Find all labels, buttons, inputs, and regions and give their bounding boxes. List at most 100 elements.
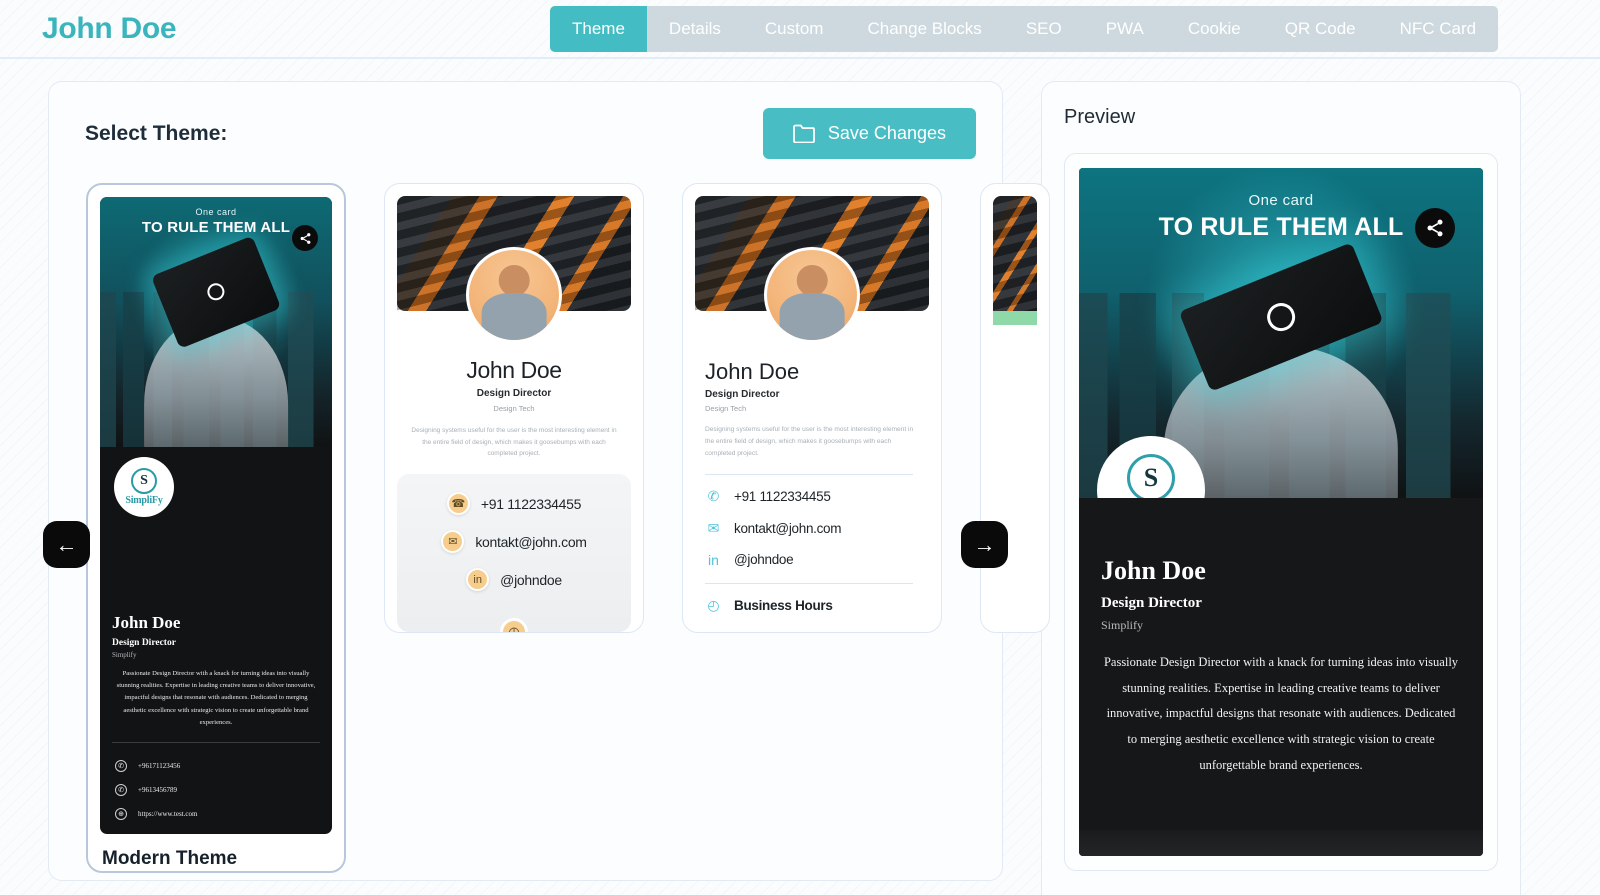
tab-nfc-card[interactable]: NFC Card <box>1378 6 1499 52</box>
contact-text: kontakt@john.com <box>734 520 842 536</box>
card-chip-icon <box>1262 298 1300 335</box>
carousel-next-button[interactable]: → <box>961 521 1008 568</box>
banner-image <box>993 196 1037 311</box>
preview-name: John Doe <box>1101 556 1206 585</box>
share-button[interactable] <box>1415 208 1455 248</box>
contact-text: https://www.test.com <box>138 809 198 818</box>
divider <box>705 582 913 584</box>
card-name: John Doe <box>705 359 800 384</box>
card-org: Design Tech <box>493 404 535 413</box>
card-role: Design Director <box>112 638 176 648</box>
linkedin-icon: in <box>708 551 719 568</box>
hero-subtitle: One card <box>1248 192 1314 209</box>
logo-wordmark: SimpliFy <box>125 495 163 506</box>
avatar-head <box>796 265 828 296</box>
share-button[interactable] <box>292 225 318 251</box>
business-hours-label: Business Hours <box>734 597 833 613</box>
preview-bio: Passionate Design Director with a knack … <box>1103 655 1459 772</box>
contact-row[interactable]: ✆ +91 1122334455 <box>706 488 921 505</box>
contact-text: +9613456789 <box>138 785 177 794</box>
card-role: Design Director <box>705 389 780 400</box>
preview-title: Preview <box>1064 106 1136 128</box>
contact-row[interactable]: ☎ +91 1122334455 <box>397 492 631 516</box>
contact-row[interactable]: ✉ kontakt@john.com <box>706 520 921 537</box>
theme-selection-panel: Select Theme: Save Changes One card TO R… <box>43 81 1050 883</box>
tab-details[interactable]: Details <box>647 6 743 52</box>
theme-card-modern[interactable]: One card TO RULE THEM ALL S SimpliFy Joh… <box>86 183 346 873</box>
card-bio: Designing systems useful for the user is… <box>411 427 617 458</box>
message-icon: ✉ <box>707 519 720 536</box>
theme-meta: Modern Theme simplify Select Sub-Color: … <box>100 834 332 871</box>
divider <box>112 741 320 743</box>
business-hours-icon[interactable]: ◴ <box>500 618 528 632</box>
contact-text: +91 1122334455 <box>480 495 582 512</box>
tab-custom[interactable]: Custom <box>743 6 846 52</box>
avatar-torso <box>481 293 547 340</box>
card-org: Design Tech <box>705 404 747 413</box>
tab-change-blocks[interactable]: Change Blocks <box>845 6 1003 52</box>
preview-role: Design Director <box>1101 595 1202 611</box>
save-changes-label: Save Changes <box>827 123 946 143</box>
contact-row[interactable]: ✆ +9613456789 <box>112 778 320 802</box>
preview-footer <box>1079 830 1483 857</box>
contact-text: @johndoe <box>500 571 562 588</box>
contact-row[interactable]: in @johndoe <box>397 568 631 592</box>
preview-panel: Preview One card TO RULE THEM ALL S John… <box>1041 81 1521 895</box>
theme-card-gradient[interactable]: John Doe Design Director Design Tech Des… <box>384 183 644 633</box>
phone-icon: ✆ <box>707 487 720 504</box>
contact-row[interactable]: ✉ kontakt@john.com <box>397 530 631 554</box>
card-name: John Doe <box>466 357 562 383</box>
preview-hero: One card TO RULE THEM ALL S Simplify <box>1079 168 1483 498</box>
contact-text: @johndoe <box>734 552 794 568</box>
divider <box>705 473 913 475</box>
contact-row[interactable]: ⊕ https://www.test.com <box>112 802 320 826</box>
contact-row[interactable]: in @johndoe <box>706 552 921 568</box>
phone-icon: ✆ <box>115 759 127 772</box>
tab-qr-code[interactable]: QR Code <box>1263 6 1378 52</box>
dark-hero: One card TO RULE THEM ALL S SimpliFy <box>100 197 332 609</box>
contact-list: ✆ +96171123456 ✆ +9613456789 ⊕ https://www.te… <box>112 754 320 826</box>
card-chip-icon <box>204 280 228 304</box>
card-bio: Designing systems useful for the user is… <box>705 426 914 458</box>
theme-preview-dark: One card TO RULE THEM ALL S SimpliFy Joh… <box>100 197 332 834</box>
card-org: Simplify <box>112 651 137 659</box>
save-changes-button[interactable]: Save Changes <box>762 108 976 159</box>
contact-text: +96171123456 <box>138 761 181 770</box>
logo-monogram: S <box>131 468 157 494</box>
card-name: John Doe <box>112 613 181 632</box>
card-role: Design Director <box>476 388 552 399</box>
business-hours-row[interactable]: ◴ Business Hours <box>706 597 921 614</box>
dark-card-body: John Doe Design Director Simplify Passio… <box>100 609 332 834</box>
app-header: John Doe Theme Details Custom Change Blocks… <box>0 0 1600 59</box>
theme-carousel: One card TO RULE THEM ALL S SimpliFy Joh… <box>43 183 1050 883</box>
hero-subtitle: One card <box>195 207 237 217</box>
message-icon: ✉ <box>441 530 465 554</box>
page-content: Select Theme: Save Changes One card TO R… <box>0 59 1600 895</box>
globe-icon: ⊕ <box>115 807 127 820</box>
clock-icon: ◴ <box>707 596 720 613</box>
avatar <box>466 247 562 343</box>
preview-phone: One card TO RULE THEM ALL S Simplify <box>1079 168 1483 857</box>
tab-pwa[interactable]: PWA <box>1084 6 1166 52</box>
theme-preview-flat: John Doe Design Director Design Tech Des… <box>695 196 929 629</box>
brand-logo: S SimpliFy <box>114 457 174 517</box>
contact-text: +91 1122334455 <box>734 488 831 504</box>
theme-card-flat[interactable]: John Doe Design Director Design Tech Des… <box>682 183 942 633</box>
avatar <box>764 247 860 343</box>
tab-seo[interactable]: SEO <box>1004 6 1084 52</box>
phone-icon: ☎ <box>446 492 470 516</box>
contact-row[interactable]: ✆ +96171123456 <box>112 754 320 778</box>
contact-block: ☎ +91 1122334455 ✉ kontakt@john.com in @johnd… <box>397 474 631 632</box>
contact-list: ☎ +91 1122334455 ✉ kontakt@john.com in @johnd… <box>397 492 631 592</box>
share-icon <box>1427 219 1443 237</box>
panel-header: Select Theme: Save Changes <box>69 108 982 159</box>
tab-theme[interactable]: Theme <box>550 6 647 52</box>
main-tab-bar: Theme Details Custom Change Blocks SEO PWA Coo… <box>550 6 1499 52</box>
contact-text: kontakt@john.com <box>475 533 587 550</box>
tab-cookie[interactable]: Cookie <box>1166 6 1263 52</box>
avatar-torso <box>779 293 845 340</box>
page-title: Select Theme: <box>85 121 228 145</box>
theme-preview-gradient: John Doe Design Director Design Tech Des… <box>397 196 631 632</box>
share-icon <box>300 232 310 244</box>
carousel-prev-button[interactable]: ← <box>43 521 90 568</box>
